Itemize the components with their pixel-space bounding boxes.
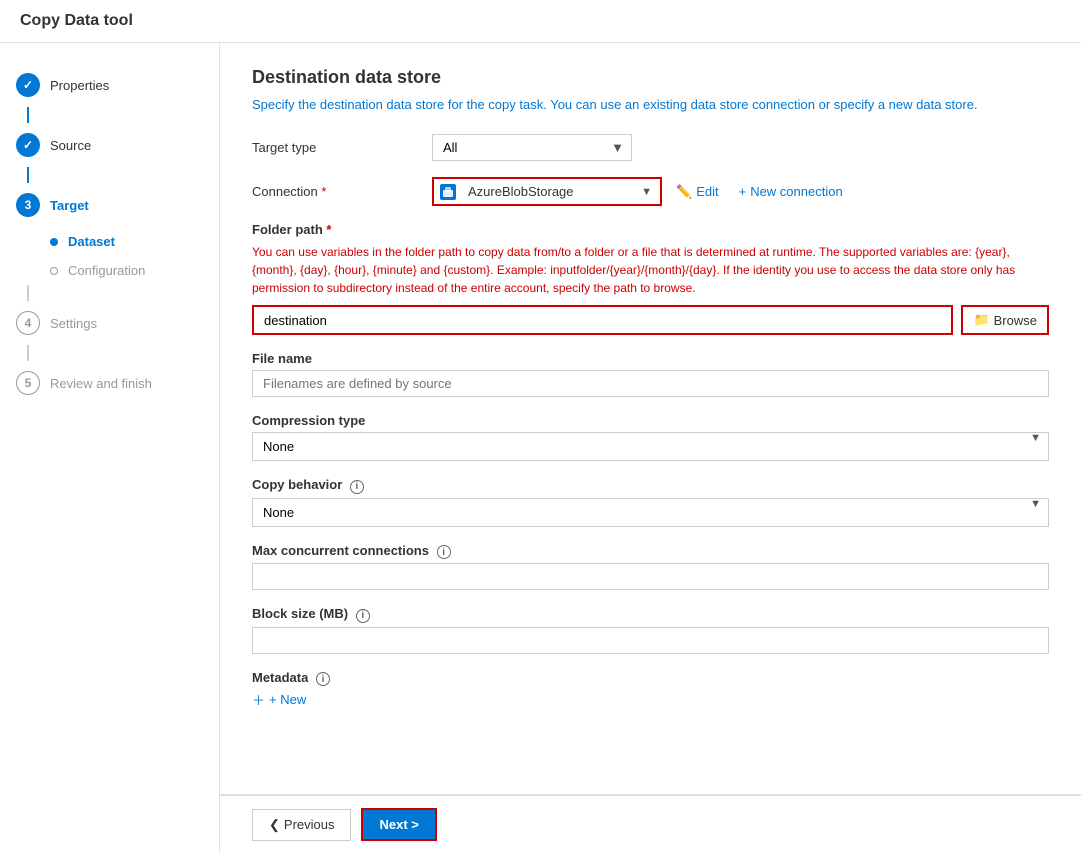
azure-blob-icon xyxy=(440,184,456,200)
step-circle-settings: 4 xyxy=(16,311,40,335)
step-label-source: Source xyxy=(50,138,91,153)
sidebar-step-target[interactable]: 3 Target xyxy=(0,183,219,227)
connector-4 xyxy=(27,345,29,361)
max-connections-info-icon: i xyxy=(437,545,451,559)
substep-label-configuration: Configuration xyxy=(68,263,145,278)
substep-dot-configuration xyxy=(50,267,58,275)
connection-select[interactable]: AzureBlobStorage xyxy=(460,179,660,204)
edit-connection-button[interactable]: ✏️ Edit xyxy=(670,180,725,204)
connector-2 xyxy=(27,167,29,183)
add-metadata-plus-icon: ＋ xyxy=(252,690,265,709)
step-label-properties: Properties xyxy=(50,78,109,93)
sidebar-step-review[interactable]: 5 Review and finish xyxy=(0,361,219,405)
folder-path-label: Folder path * xyxy=(252,222,1049,237)
folder-path-description: You can use variables in the folder path… xyxy=(252,243,1049,297)
block-size-input[interactable] xyxy=(252,627,1049,654)
copy-behavior-label: Copy behavior i xyxy=(252,477,1049,494)
connector-1 xyxy=(27,107,29,123)
connection-inner: AzureBlobStorage ▼ xyxy=(434,179,660,204)
new-connection-button[interactable]: + New connection xyxy=(733,180,849,203)
folder-path-section: Folder path * You can use variables in t… xyxy=(252,222,1049,335)
metadata-info-icon: i xyxy=(316,672,330,686)
browse-button[interactable]: 📁 Browse xyxy=(961,305,1049,335)
step-label-settings: Settings xyxy=(50,316,97,331)
step-label-review: Review and finish xyxy=(50,376,152,391)
sidebar-step-source[interactable]: ✓ Source xyxy=(0,123,219,167)
compression-type-select[interactable]: None xyxy=(252,432,1049,461)
page-subtitle: Specify the destination data store for t… xyxy=(252,96,1049,114)
sidebar-step-settings[interactable]: 4 Settings xyxy=(0,301,219,345)
step-circle-source: ✓ xyxy=(16,133,40,157)
copy-behavior-select-wrapper: None ▼ xyxy=(252,498,1049,527)
compression-type-section: Compression type None ▼ xyxy=(252,413,1049,461)
compression-select-wrapper: None ▼ xyxy=(252,432,1049,461)
main-content: Destination data store Specify the desti… xyxy=(220,43,1081,794)
file-name-label: File name xyxy=(252,351,1049,366)
target-type-field: All ▼ xyxy=(432,134,1049,161)
target-type-row: Target type All ▼ xyxy=(252,134,1049,161)
substep-dataset[interactable]: Dataset xyxy=(0,227,219,256)
target-type-select[interactable]: All xyxy=(432,134,632,161)
substep-dot-dataset xyxy=(50,238,58,246)
add-metadata-button[interactable]: ＋ + New xyxy=(252,690,306,709)
copy-behavior-section: Copy behavior i None ▼ xyxy=(252,477,1049,527)
block-size-info-icon: i xyxy=(356,609,370,623)
connection-label: Connection * xyxy=(252,184,432,199)
max-connections-section: Max concurrent connections i xyxy=(252,543,1049,591)
connection-required: * xyxy=(321,184,326,199)
edit-pencil-icon: ✏️ xyxy=(676,184,692,200)
browse-folder-icon: 📁 xyxy=(973,312,989,328)
folder-input-area: 📁 Browse xyxy=(252,305,1049,335)
copy-behavior-info-icon: i xyxy=(350,480,364,494)
sidebar: ✓ Properties ✓ Source 3 Target Dataset C… xyxy=(0,43,220,853)
max-connections-label: Max concurrent connections i xyxy=(252,543,1049,560)
block-size-label: Block size (MB) i xyxy=(252,606,1049,623)
step-circle-review: 5 xyxy=(16,371,40,395)
folder-input-wrapper xyxy=(252,305,953,335)
connector-3 xyxy=(27,285,29,301)
app-title: Copy Data tool xyxy=(0,0,1081,43)
connection-field: AzureBlobStorage ▼ ✏️ Edit + New connect… xyxy=(432,177,1049,206)
page-title: Destination data store xyxy=(252,67,1049,88)
folder-required: * xyxy=(326,222,331,237)
copy-behavior-select[interactable]: None xyxy=(252,498,1049,527)
metadata-section: Metadata i ＋ + New xyxy=(252,670,1049,710)
substep-configuration[interactable]: Configuration xyxy=(0,256,219,285)
connection-select-wrapper: AzureBlobStorage ▼ xyxy=(432,177,662,206)
step-circle-target: 3 xyxy=(16,193,40,217)
previous-arrow-icon: ❮ xyxy=(269,817,280,833)
substep-label-dataset: Dataset xyxy=(68,234,115,249)
new-connection-plus-icon: + xyxy=(739,184,747,199)
target-type-select-wrapper: All ▼ xyxy=(432,134,632,161)
max-connections-input[interactable] xyxy=(252,563,1049,590)
step-label-target: Target xyxy=(50,198,89,213)
bottom-bar: ❮ Previous Next > xyxy=(220,795,1081,853)
block-size-section: Block size (MB) i xyxy=(252,606,1049,654)
file-name-section: File name xyxy=(252,351,1049,397)
step-circle-properties: ✓ xyxy=(16,73,40,97)
compression-type-label: Compression type xyxy=(252,413,1049,428)
folder-path-input[interactable] xyxy=(254,307,951,333)
metadata-label: Metadata i xyxy=(252,670,1049,687)
connection-row: Connection * xyxy=(252,177,1049,206)
sidebar-step-properties[interactable]: ✓ Properties xyxy=(0,63,219,107)
previous-button[interactable]: ❮ Previous xyxy=(252,809,351,841)
connection-controls: AzureBlobStorage ▼ ✏️ Edit + New connect… xyxy=(432,177,1049,206)
file-name-input[interactable] xyxy=(252,370,1049,397)
target-type-label: Target type xyxy=(252,140,432,155)
next-button[interactable]: Next > xyxy=(361,808,436,841)
